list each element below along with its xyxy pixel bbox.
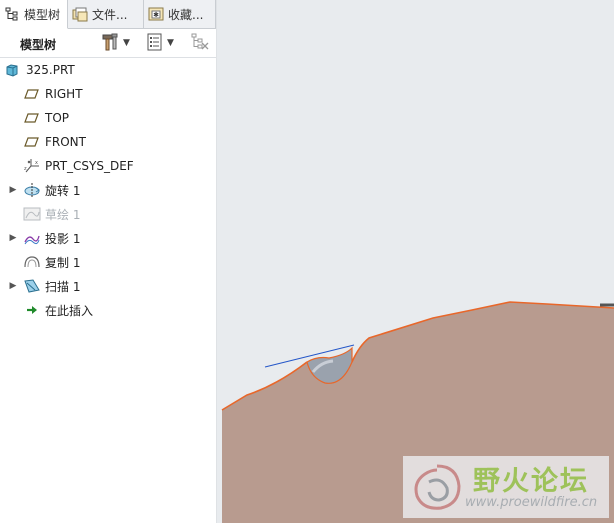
tree-item-label: 投影 1 — [45, 231, 81, 246]
tree-settings-icon — [100, 32, 120, 55]
tree-item-label: 草绘 1 — [45, 207, 81, 222]
tree-item-copy[interactable]: 复制 1 — [0, 250, 216, 274]
tree-item-datum-top[interactable]: TOP — [0, 106, 216, 130]
tree-item-datum-right[interactable]: RIGHT — [0, 82, 216, 106]
coordinate-system-icon: xz — [23, 157, 41, 175]
chevron-down-icon: ▼ — [123, 38, 130, 48]
model-viewport[interactable] — [217, 0, 614, 523]
tab-label: 文件... — [92, 7, 128, 22]
tree-item-label: 旋转 1 — [45, 183, 81, 198]
tree-item-label: 在此插入 — [45, 303, 94, 318]
tree-show-icon — [146, 32, 164, 55]
tab-favorites[interactable]: ✱ 收藏... — [144, 0, 216, 28]
tree-item-label: 复制 1 — [45, 255, 81, 270]
sketch-icon — [23, 205, 41, 223]
tree-item-label: 扫描 1 — [45, 279, 81, 294]
expand-arrow-icon[interactable]: ▶ — [9, 178, 17, 202]
tab-model-tree[interactable]: 模型树 — [0, 0, 68, 29]
chevron-down-icon: ▼ — [167, 38, 174, 48]
tab-label: 收藏... — [168, 7, 204, 22]
svg-text:z: z — [24, 166, 27, 172]
tree-item-datum-front[interactable]: FRONT — [0, 130, 216, 154]
tree-item-label: FRONT — [45, 135, 86, 149]
watermark-url: www.proewildfire.cn — [465, 495, 598, 510]
favorites-icon: ✱ — [148, 6, 164, 22]
tree-item-projection[interactable]: ▶ 投影 1 — [0, 226, 216, 250]
folder-icon — [72, 6, 88, 22]
datum-plane-icon — [23, 133, 41, 151]
watermark-title: 野火论坛 — [473, 466, 589, 497]
tree-item-csys[interactable]: xz PRT_CSYS_DEF — [0, 154, 216, 178]
tree-item-label: TOP — [45, 111, 70, 125]
forum-logo-icon — [407, 460, 467, 519]
model-tree-title: 模型树 — [20, 38, 57, 52]
expand-arrow-icon[interactable]: ▶ — [9, 274, 17, 298]
tree-show-button[interactable]: ▼ — [146, 33, 174, 53]
watermark: 野火论坛 www.proewildfire.cn — [403, 456, 609, 518]
model-tree-panel: 模型树 文件... ✱ 收藏... 模型树 ▼ ▼ 325.PRT RIGHT … — [0, 0, 217, 523]
navigator-tabs: 模型树 文件... ✱ 收藏... — [0, 0, 216, 29]
revolve-icon — [23, 181, 41, 199]
model-tree-icon — [4, 6, 20, 22]
tree-item-part[interactable]: 325.PRT — [0, 58, 216, 82]
svg-text:✱: ✱ — [153, 11, 159, 19]
tree-settings-button[interactable]: ▼ — [100, 33, 130, 53]
svg-text:x: x — [35, 160, 38, 166]
insert-here-arrow-icon — [23, 301, 41, 319]
tab-label: 模型树 — [24, 7, 61, 22]
part-icon — [3, 61, 21, 79]
expand-arrow-icon[interactable]: ▶ — [9, 226, 17, 250]
tree-item-label: 325.PRT — [26, 63, 75, 77]
datum-plane-icon — [23, 85, 41, 103]
tree-filter-icon — [190, 32, 210, 55]
tree-item-insert-here[interactable]: 在此插入 — [0, 298, 216, 322]
tree-filter-button[interactable] — [190, 33, 210, 53]
datum-plane-icon — [23, 109, 41, 127]
tree-item-sketch[interactable]: 草绘 1 — [0, 202, 216, 226]
tree-item-revolve[interactable]: ▶ 旋转 1 — [0, 178, 216, 202]
tree-item-label: RIGHT — [45, 87, 83, 101]
tree-item-label: PRT_CSYS_DEF — [45, 159, 134, 173]
tree-item-sweep[interactable]: ▶ 扫描 1 — [0, 274, 216, 298]
sweep-icon — [23, 277, 41, 295]
projection-icon — [23, 229, 41, 247]
copy-surface-icon — [23, 253, 41, 271]
tab-file-browser[interactable]: 文件... — [68, 0, 144, 28]
model-tree-toolbar: 模型树 ▼ ▼ — [0, 29, 216, 58]
graphics-window[interactable] — [217, 0, 614, 523]
